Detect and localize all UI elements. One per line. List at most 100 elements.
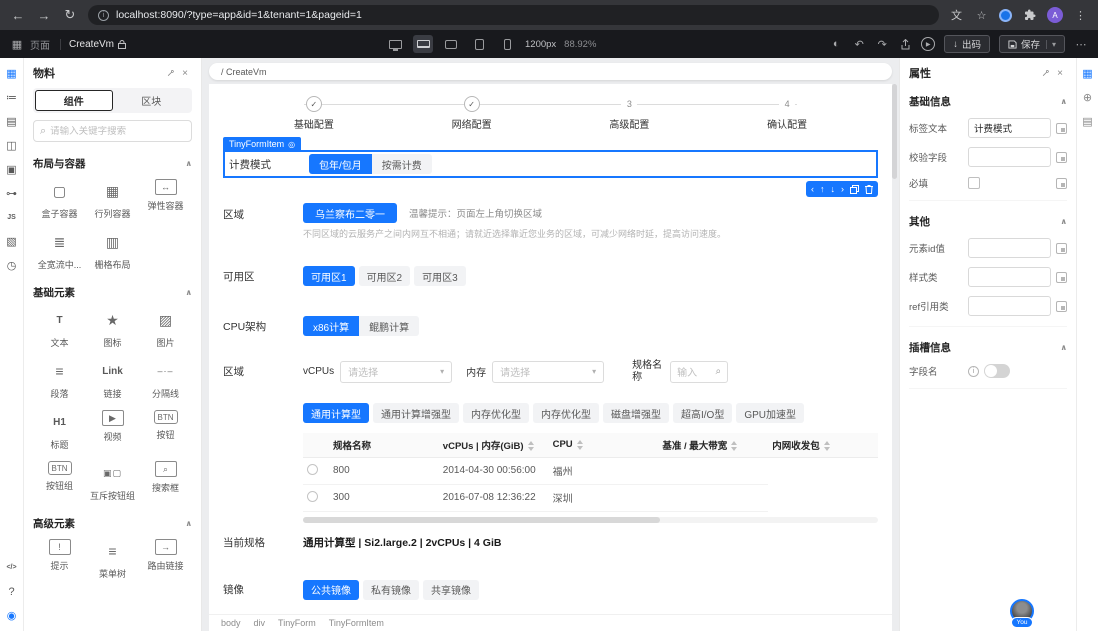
table-row[interactable]: 8002014-04-30 00:56:00福州 <box>303 457 878 484</box>
sort-icon[interactable] <box>577 440 584 450</box>
path-item[interactable]: TinyFormItem <box>329 618 384 628</box>
image-option[interactable]: 共享镜像 <box>423 580 479 600</box>
memory-select[interactable]: 请选择 ▾ <box>492 361 604 383</box>
material-item[interactable]: ▣▢互斥按钮组 <box>86 461 139 502</box>
path-item[interactable]: TinyForm <box>278 618 316 628</box>
flavor-tab-option[interactable]: 通用计算增强型 <box>373 403 459 423</box>
materials-section-header[interactable]: 高级元素∧ <box>33 516 192 531</box>
material-item[interactable]: ≡菜单树 <box>86 539 139 580</box>
props-section-header[interactable]: 插槽信息∧ <box>909 340 1067 355</box>
sort-icon[interactable] <box>824 441 831 451</box>
select-child-icon[interactable]: › <box>841 184 844 194</box>
material-item[interactable]: !提示 <box>33 539 86 580</box>
selection-tag[interactable]: TinyFormItem ◎ <box>223 137 301 151</box>
bind-icon[interactable] <box>1056 178 1067 189</box>
publish-icon[interactable] <box>898 36 912 52</box>
materials-icon[interactable]: ▦ <box>4 66 20 81</box>
material-item[interactable]: ≡段落 <box>33 359 86 400</box>
wizard-step[interactable]: ✓网络配置 <box>427 96 517 131</box>
delete-icon[interactable] <box>865 185 873 194</box>
extensions-puzzle-icon[interactable] <box>1022 8 1037 23</box>
prop-input[interactable] <box>968 118 1051 138</box>
cpu-arch-option[interactable]: 鲲鹏计算 <box>359 316 419 336</box>
bind-icon[interactable] <box>1056 123 1067 134</box>
wizard-step[interactable]: 3高级配置 <box>584 96 674 131</box>
help-icon[interactable]: ? <box>4 584 20 599</box>
tablet-portrait-icon[interactable] <box>469 35 489 53</box>
reload-icon[interactable]: ↻ <box>62 7 78 23</box>
prop-checkbox[interactable] <box>968 177 980 189</box>
image-option[interactable]: 公共镜像 <box>303 580 359 600</box>
bind-icon[interactable] <box>1056 152 1067 163</box>
props-section-header[interactable]: 其他∧ <box>909 214 1067 229</box>
path-item[interactable]: div <box>254 618 266 628</box>
book-icon[interactable]: ▤ <box>1080 114 1096 129</box>
sort-icon[interactable] <box>731 441 738 451</box>
export-code-button[interactable]: ↓ 出码 <box>944 35 990 53</box>
table-scrollbar-thumb[interactable] <box>303 517 660 523</box>
plugin-panel-icon[interactable]: ▦ <box>1080 66 1096 81</box>
billing-option[interactable]: 包年/包月 <box>309 154 372 174</box>
prop-input[interactable] <box>968 147 1051 167</box>
vcpus-select[interactable]: 请选择 ▾ <box>340 361 452 383</box>
material-item[interactable]: BTN按钮组 <box>33 461 86 502</box>
move-up-icon[interactable]: ↑ <box>820 184 825 194</box>
flavor-tab-option[interactable]: 磁盘增强型 <box>603 403 669 423</box>
region-button[interactable]: 乌兰察布二零一 <box>303 203 397 223</box>
material-item[interactable]: ↔弹性容器 <box>139 179 192 220</box>
spec-table-header[interactable]: 基准 / 最大带宽 <box>658 433 768 457</box>
prop-input[interactable] <box>968 267 1051 287</box>
material-item[interactable]: H1标题 <box>33 410 86 451</box>
materials-section-header[interactable]: 基础元素∧ <box>33 285 192 300</box>
material-item[interactable]: ▢盒子容器 <box>33 179 86 220</box>
material-item[interactable]: ≣全宽流中... <box>33 230 86 271</box>
pin-icon[interactable]: ⊸ <box>1039 66 1053 80</box>
materials-tab[interactable]: 区块 <box>113 90 191 111</box>
canvas-page[interactable]: ✓基础配置 ✓网络配置 3高级配置 4确认配置 TinyFormItem ◎ 计费模式… <box>209 84 892 614</box>
history-icon[interactable]: ◷ <box>4 258 20 273</box>
assistant-widget[interactable]: You <box>1010 599 1034 628</box>
material-item[interactable]: ⌕搜索框 <box>139 461 192 502</box>
copy-icon[interactable] <box>850 185 859 194</box>
az-option[interactable]: 可用区3 <box>414 266 466 286</box>
prop-input[interactable] <box>968 296 1051 316</box>
move-down-icon[interactable]: ↓ <box>831 184 836 194</box>
block-icon[interactable]: ▣ <box>4 162 20 177</box>
flavor-tab-option[interactable]: 超高I/O型 <box>673 403 732 423</box>
spec-table-header[interactable]: vCPUs | 内存(GiB) <box>439 433 549 457</box>
bookmark-star-icon[interactable]: ☆ <box>974 8 989 23</box>
material-item[interactable]: ▨图片 <box>139 308 192 349</box>
extension-blue-icon[interactable] <box>999 9 1012 22</box>
pin-icon[interactable]: ⊸ <box>164 66 178 80</box>
props-section-header[interactable]: 基础信息∧ <box>909 94 1067 109</box>
address-bar[interactable]: i localhost:8090/?type=app&id=1&tenant=1… <box>88 5 939 25</box>
site-info-icon[interactable]: i <box>98 10 109 21</box>
material-item[interactable]: Link链接 <box>86 359 139 400</box>
image-option[interactable]: 私有镜像 <box>363 580 419 600</box>
selected-form-item[interactable]: TinyFormItem ◎ 计费模式 包年/包月按需计费 <box>223 150 878 178</box>
wizard-step[interactable]: 4确认配置 <box>742 96 832 131</box>
pages-icon[interactable]: ▦ <box>10 36 24 52</box>
bind-icon[interactable] <box>1056 243 1067 254</box>
redo-icon[interactable]: ↷ <box>875 36 889 52</box>
prop-toggle[interactable] <box>984 364 1010 378</box>
undo-icon[interactable]: ↶ <box>852 36 866 52</box>
sort-icon[interactable] <box>528 441 535 451</box>
datasource-icon[interactable]: ◫ <box>4 138 20 153</box>
theme-toggle-icon[interactable]: ◐ <box>829 36 843 52</box>
radio-button[interactable] <box>307 464 318 475</box>
bind-icon[interactable] <box>1056 301 1067 312</box>
back-icon[interactable]: ← <box>10 7 26 23</box>
cpu-arch-option[interactable]: x86计算 <box>303 316 359 336</box>
close-icon[interactable]: × <box>1053 66 1067 80</box>
flavor-tab-option[interactable]: GPU加速型 <box>736 403 804 423</box>
preview-play-icon[interactable]: ▶ <box>921 37 935 51</box>
save-button[interactable]: 保存 ▾ <box>999 35 1065 53</box>
code-icon[interactable]: </> <box>4 560 20 575</box>
table-row[interactable]: 3002016-07-08 12:36:22深圳 <box>303 484 878 511</box>
material-item[interactable]: ▦行列容器 <box>86 179 139 220</box>
forward-icon[interactable]: → <box>36 7 52 23</box>
material-item[interactable]: BTN按钮 <box>139 410 192 451</box>
browser-menu-icon[interactable]: ⋮ <box>1073 8 1088 23</box>
wizard-step[interactable]: ✓基础配置 <box>269 96 359 131</box>
